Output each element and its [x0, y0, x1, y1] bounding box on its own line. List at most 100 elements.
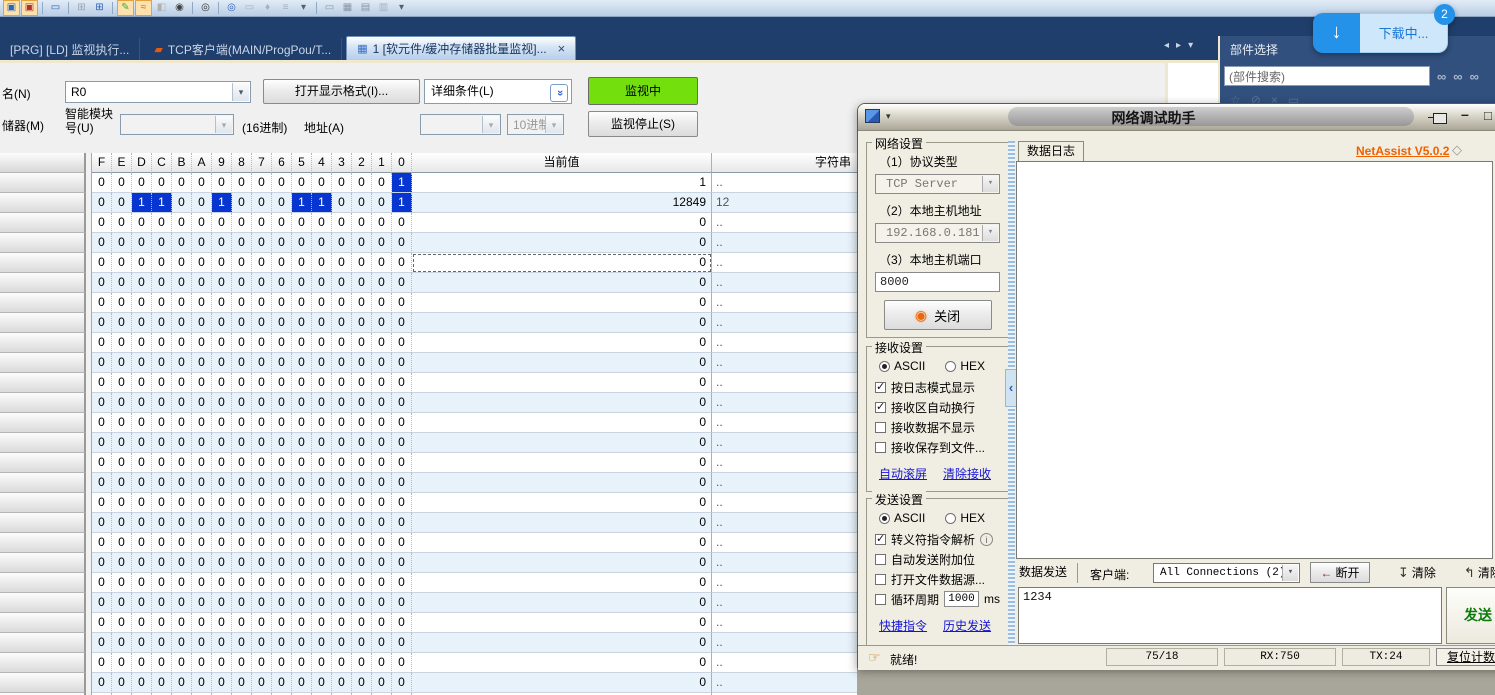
- bit-cell[interactable]: 0: [232, 393, 252, 413]
- bit-cell[interactable]: 0: [372, 293, 392, 313]
- bit-cell[interactable]: 0: [272, 413, 292, 433]
- bit-cell[interactable]: 0: [272, 673, 292, 693]
- monitoring-status-button[interactable]: 监视中: [588, 77, 698, 105]
- bit-cell[interactable]: 0: [112, 173, 132, 193]
- bit-cell[interactable]: 0: [92, 553, 112, 573]
- bit-cell[interactable]: 0: [152, 553, 172, 573]
- checkbox-icon[interactable]: [875, 382, 886, 393]
- checkbox-icon[interactable]: [875, 554, 886, 565]
- bit-cell[interactable]: 0: [332, 253, 352, 273]
- bit-cell[interactable]: 0: [212, 653, 232, 673]
- bit-cell[interactable]: 0: [392, 513, 412, 533]
- bit-cell[interactable]: 0: [312, 353, 332, 373]
- tab-nav-back-icon[interactable]: ◂: [1164, 40, 1169, 51]
- bit-cell[interactable]: 0: [92, 473, 112, 493]
- bit-cell[interactable]: 0: [132, 213, 152, 233]
- bit-cell[interactable]: 0: [392, 673, 412, 693]
- bit-cell[interactable]: 0: [132, 613, 152, 633]
- bit-cell[interactable]: 0: [292, 253, 312, 273]
- value-cell[interactable]: 0: [412, 253, 712, 273]
- bit-cell[interactable]: 1: [392, 193, 412, 213]
- bit-cell[interactable]: 0: [372, 633, 392, 653]
- disconnect-button[interactable]: ← 断开: [1310, 562, 1370, 583]
- value-cell[interactable]: 12849: [412, 193, 712, 213]
- bit-cell[interactable]: 0: [232, 413, 252, 433]
- bit-cell[interactable]: 0: [352, 433, 372, 453]
- bit-cell[interactable]: 0: [212, 333, 232, 353]
- bit-cell[interactable]: 0: [152, 513, 172, 533]
- comment-icon[interactable]: ▭: [321, 0, 338, 16]
- bit-cell[interactable]: 0: [372, 513, 392, 533]
- bit-cell[interactable]: 0: [312, 273, 332, 293]
- tab-2[interactable]: ▰TCP客户端(MAIN/ProgPou/T...: [144, 38, 342, 60]
- bit-cell[interactable]: 0: [152, 653, 172, 673]
- bit-cell[interactable]: 0: [352, 553, 372, 573]
- bit-cell[interactable]: 0: [152, 433, 172, 453]
- bit-cell[interactable]: 0: [352, 493, 372, 513]
- bit-cell[interactable]: 0: [212, 293, 232, 313]
- bit-cell[interactable]: 0: [212, 233, 232, 253]
- bit-cell[interactable]: 0: [252, 253, 272, 273]
- bit-cell[interactable]: 0: [232, 593, 252, 613]
- value-cell[interactable]: 0: [412, 273, 712, 293]
- bit-cell[interactable]: 0: [352, 473, 372, 493]
- bit-cell[interactable]: 0: [332, 433, 352, 453]
- bit-cell[interactable]: 0: [312, 173, 332, 193]
- bit-cell[interactable]: 0: [232, 473, 252, 493]
- row-header-cell[interactable]: [0, 533, 86, 553]
- bit-cell[interactable]: 0: [232, 253, 252, 273]
- bit-cell[interactable]: 0: [232, 513, 252, 533]
- bit-cell[interactable]: 0: [312, 253, 332, 273]
- bit-cell[interactable]: 0: [192, 673, 212, 693]
- bit-cell[interactable]: 0: [332, 233, 352, 253]
- bit-cell[interactable]: 0: [92, 573, 112, 593]
- bit-cell[interactable]: 0: [132, 413, 152, 433]
- bit-cell[interactable]: 0: [132, 593, 152, 613]
- row-header-cell[interactable]: [0, 393, 86, 413]
- bit-cell[interactable]: 0: [252, 413, 272, 433]
- string-cell[interactable]: ..: [712, 493, 858, 513]
- bit-cell[interactable]: 0: [112, 653, 132, 673]
- bit-cell[interactable]: 0: [192, 633, 212, 653]
- bit-cell[interactable]: 0: [232, 573, 252, 593]
- bit-cell[interactable]: 0: [132, 353, 152, 373]
- bit-cell[interactable]: 0: [272, 453, 292, 473]
- bit-cell[interactable]: 0: [172, 653, 192, 673]
- bit-cell[interactable]: 0: [312, 233, 332, 253]
- detail-condition-dropdown[interactable]: 详细条件(L) »: [424, 79, 572, 104]
- bit-cell[interactable]: 0: [132, 453, 152, 473]
- bit-cell[interactable]: 0: [192, 613, 212, 633]
- row-header-cell[interactable]: [0, 653, 86, 673]
- checkbox-row[interactable]: 打开文件数据源...: [875, 569, 1000, 589]
- bit-cell[interactable]: 0: [292, 533, 312, 553]
- bit-cell[interactable]: 0: [92, 453, 112, 473]
- bit-cell[interactable]: 0: [252, 613, 272, 633]
- netassist-version-link[interactable]: NetAssist V5.0.2: [1356, 144, 1449, 158]
- bit-cell[interactable]: 0: [372, 393, 392, 413]
- value-cell[interactable]: 0: [412, 553, 712, 573]
- string-cell[interactable]: ..: [712, 553, 858, 573]
- bit-cell[interactable]: 0: [372, 653, 392, 673]
- ladder-blue-icon[interactable]: ⊞: [91, 0, 108, 16]
- find-parts3-icon[interactable]: ∞: [1470, 69, 1479, 84]
- bit-cell[interactable]: 0: [312, 313, 332, 333]
- tab-close-icon[interactable]: ×: [558, 41, 566, 56]
- bit-cell[interactable]: 0: [312, 293, 332, 313]
- bit-cell[interactable]: 0: [172, 533, 192, 553]
- bit-cell[interactable]: 0: [132, 333, 152, 353]
- bit-cell[interactable]: 0: [352, 353, 372, 373]
- checkbox-icon[interactable]: [875, 402, 886, 413]
- bit-cell[interactable]: 0: [152, 313, 172, 333]
- bit-cell[interactable]: 0: [372, 413, 392, 433]
- row-header-cell[interactable]: [0, 553, 86, 573]
- bit-cell[interactable]: 0: [232, 333, 252, 353]
- string-cell[interactable]: ..: [712, 373, 858, 393]
- bit-cell[interactable]: 0: [392, 573, 412, 593]
- recv-ascii-radio[interactable]: ASCII: [879, 359, 925, 373]
- bit-cell[interactable]: 0: [152, 533, 172, 553]
- bit-cell[interactable]: 0: [312, 593, 332, 613]
- bit-cell[interactable]: 0: [112, 293, 132, 313]
- bit-cell[interactable]: 1: [152, 193, 172, 213]
- bit-cell[interactable]: 0: [352, 573, 372, 593]
- bit-cell[interactable]: 0: [212, 433, 232, 453]
